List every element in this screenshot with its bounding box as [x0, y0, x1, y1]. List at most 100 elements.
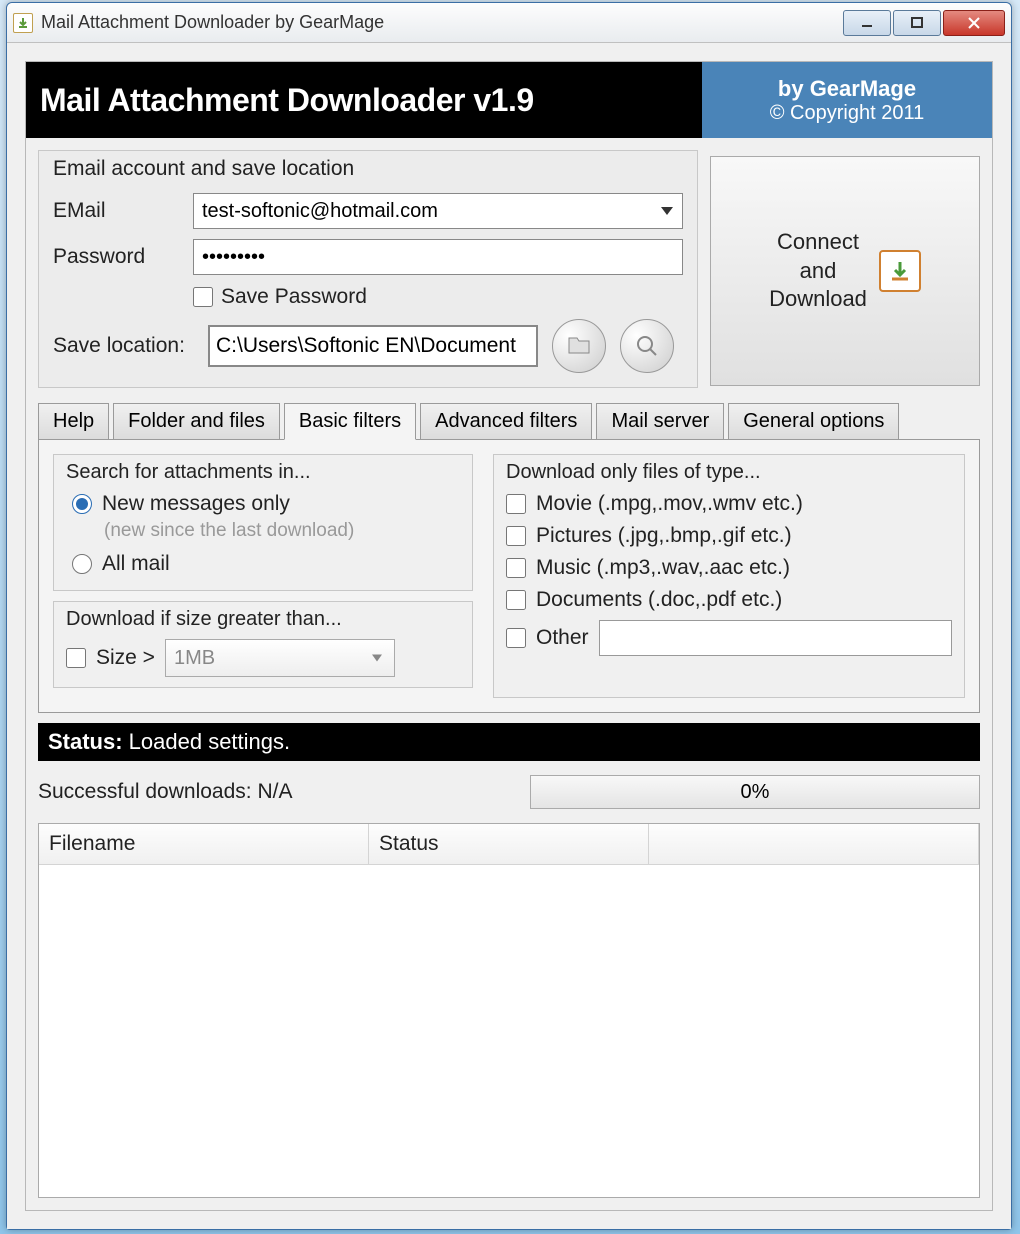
- save-password-checkbox[interactable]: [193, 287, 213, 307]
- type-docs-checkbox[interactable]: [506, 590, 526, 610]
- app-title: Mail Attachment Downloader v1.9: [26, 62, 702, 138]
- search-scope-group: Search for attachments in... New message…: [53, 454, 473, 591]
- chevron-down-icon: [661, 207, 673, 215]
- app-icon: [13, 13, 33, 33]
- header-banner: Mail Attachment Downloader v1.9 by GearM…: [26, 62, 992, 138]
- account-row: Email account and save location EMail Pa…: [26, 138, 992, 388]
- tab-help[interactable]: Help: [38, 403, 109, 440]
- type-other-row: Other: [506, 620, 952, 656]
- app-window: Mail Attachment Downloader by GearMage M…: [6, 2, 1012, 1230]
- status-label: Status:: [48, 729, 123, 754]
- type-music-checkbox[interactable]: [506, 558, 526, 578]
- tab-general-options[interactable]: General options: [728, 403, 899, 440]
- type-pictures-row: Pictures (.jpg,.bmp,.gif etc.): [506, 524, 952, 548]
- search-scope-title: Search for attachments in...: [66, 461, 460, 484]
- tab-strip: Help Folder and files Basic filters Adva…: [38, 402, 980, 439]
- connect-label: Connect and Download: [769, 228, 867, 314]
- tab-advanced-filters[interactable]: Advanced filters: [420, 403, 592, 440]
- account-group: Email account and save location EMail Pa…: [38, 150, 698, 388]
- size-filter-title: Download if size greater than...: [66, 608, 460, 631]
- type-docs-row: Documents (.doc,.pdf etc.): [506, 588, 952, 612]
- window-buttons: [843, 10, 1005, 36]
- status-text: Loaded settings.: [123, 729, 291, 754]
- filters-right-column: Download only files of type... Movie (.m…: [493, 454, 965, 698]
- save-location-input[interactable]: [208, 325, 538, 367]
- progress-bar: 0%: [530, 775, 980, 809]
- table-header: Filename Status: [39, 824, 979, 865]
- close-button[interactable]: [943, 10, 1005, 36]
- download-icon: [879, 250, 921, 292]
- radio-all-row: All mail: [72, 552, 460, 576]
- size-row: Size > 1MB: [66, 639, 460, 677]
- vendor-banner: by GearMage © Copyright 2011: [702, 62, 992, 138]
- vendor-name: by GearMage: [778, 76, 916, 102]
- save-password-label: Save Password: [221, 285, 367, 309]
- type-movie-row: Movie (.mpg,.mov,.wmv etc.): [506, 492, 952, 516]
- tab-folder-and-files[interactable]: Folder and files: [113, 403, 280, 440]
- size-select-value: 1MB: [174, 647, 215, 670]
- file-type-title: Download only files of type...: [506, 461, 952, 484]
- radio-new-label: New messages only: [102, 492, 290, 516]
- type-music-row: Music (.mp3,.wav,.aac etc.): [506, 556, 952, 580]
- search-button[interactable]: [620, 319, 674, 373]
- type-music-label: Music (.mp3,.wav,.aac etc.): [536, 556, 790, 580]
- titlebar: Mail Attachment Downloader by GearMage: [7, 3, 1011, 43]
- minimize-button[interactable]: [843, 10, 891, 36]
- password-row: Password: [53, 239, 683, 275]
- col-filename[interactable]: Filename: [39, 824, 369, 865]
- connect-download-button[interactable]: Connect and Download: [710, 156, 980, 386]
- tabs: Help Folder and files Basic filters Adva…: [38, 402, 980, 713]
- size-select[interactable]: 1MB: [165, 639, 395, 677]
- radio-new-hint: (new since the last download): [104, 520, 460, 542]
- tab-basic-filters[interactable]: Basic filters: [284, 403, 416, 440]
- tab-panel-basic-filters: Search for attachments in... New message…: [38, 439, 980, 713]
- password-label: Password: [53, 245, 193, 269]
- save-location-label: Save location:: [53, 334, 208, 358]
- type-pictures-label: Pictures (.jpg,.bmp,.gif etc.): [536, 524, 792, 548]
- client-area: Mail Attachment Downloader v1.9 by GearM…: [7, 43, 1011, 1229]
- radio-all-mail[interactable]: [72, 554, 92, 574]
- size-filter-group: Download if size greater than... Size > …: [53, 601, 473, 688]
- type-movie-checkbox[interactable]: [506, 494, 526, 514]
- window-title: Mail Attachment Downloader by GearMage: [41, 12, 843, 33]
- filters-left-column: Search for attachments in... New message…: [53, 454, 473, 698]
- search-icon: [634, 333, 660, 359]
- downloads-label: Successful downloads: N/A: [38, 780, 530, 804]
- type-other-checkbox[interactable]: [506, 628, 526, 648]
- email-row: EMail: [53, 193, 683, 229]
- close-icon: [966, 15, 982, 31]
- radio-all-label: All mail: [102, 552, 170, 576]
- col-empty[interactable]: [649, 824, 979, 865]
- browse-button[interactable]: [552, 319, 606, 373]
- size-label: Size >: [96, 646, 155, 670]
- save-location-row: Save location:: [53, 319, 683, 373]
- save-password-row: Save Password: [193, 285, 683, 309]
- type-pictures-checkbox[interactable]: [506, 526, 526, 546]
- maximize-button[interactable]: [893, 10, 941, 36]
- status-bar: Status: Loaded settings.: [38, 723, 980, 761]
- type-movie-label: Movie (.mpg,.mov,.wmv etc.): [536, 492, 803, 516]
- downloads-table: Filename Status: [38, 823, 980, 1198]
- type-other-label: Other: [536, 626, 589, 650]
- file-type-group: Download only files of type... Movie (.m…: [493, 454, 965, 698]
- maximize-icon: [909, 15, 925, 31]
- minimize-icon: [859, 15, 875, 31]
- downloads-row: Successful downloads: N/A 0%: [38, 775, 980, 809]
- account-group-title: Email account and save location: [53, 157, 683, 181]
- size-checkbox[interactable]: [66, 648, 86, 668]
- type-other-input[interactable]: [599, 620, 952, 656]
- copyright: © Copyright 2011: [770, 102, 924, 125]
- tab-mail-server[interactable]: Mail server: [596, 403, 724, 440]
- progress-text: 0%: [741, 781, 770, 804]
- password-input[interactable]: [193, 239, 683, 275]
- radio-new-messages[interactable]: [72, 494, 92, 514]
- type-docs-label: Documents (.doc,.pdf etc.): [536, 588, 782, 612]
- email-combo[interactable]: [193, 193, 683, 229]
- folder-icon: [566, 333, 592, 359]
- email-input[interactable]: [193, 193, 683, 229]
- radio-new-row: New messages only: [72, 492, 460, 516]
- email-label: EMail: [53, 199, 193, 223]
- col-status[interactable]: Status: [369, 824, 649, 865]
- inner-panel: Mail Attachment Downloader v1.9 by GearM…: [25, 61, 993, 1211]
- chevron-down-icon: [372, 655, 382, 662]
